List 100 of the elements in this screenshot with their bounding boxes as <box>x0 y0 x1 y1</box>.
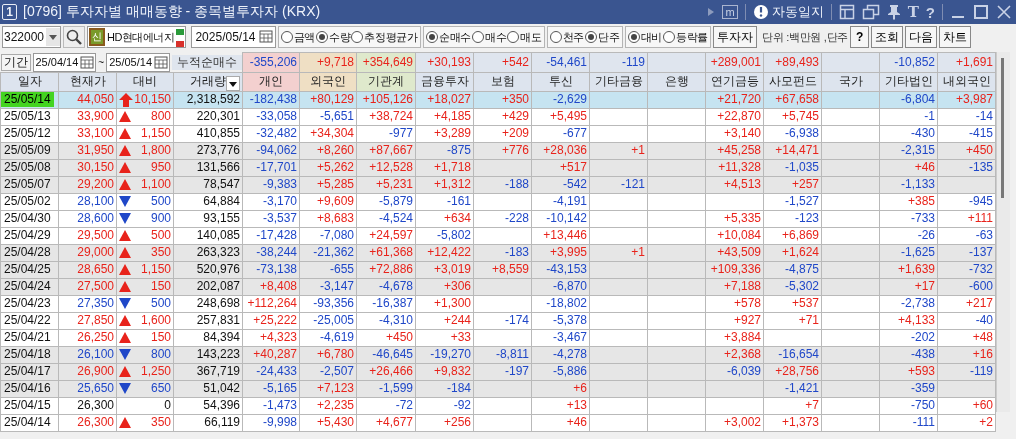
table-row[interactable]: 25/05/09 31,950 1,800 273,776 -94,062 +8,260 +87,667 -875 +776 +28,036 +1 +45,258 +14,471 -2,315 +450 <box>0 142 996 159</box>
table-cell-text: 25/04/28 <box>3 245 52 260</box>
table-row[interactable]: 25/04/29 29,500 500 140,085 -17,428 -7,080 +24,597 -5,802 +13,446 +10,084 +6,869 -26 -63 <box>0 227 996 244</box>
toolbar-button[interactable]: 다음 <box>905 26 938 48</box>
radio-option[interactable]: 추정평균가 <box>351 29 418 45</box>
radio-option[interactable]: 등락률 <box>662 29 709 45</box>
radio-option[interactable]: 매수 <box>471 29 507 45</box>
table-cell: 500 <box>150 296 171 311</box>
table-row[interactable]: 25/05/08 30,150 950 131,566 -17,701 +5,262 +12,528 +1,718 +517 +11,328 -1,035 +46 -135 <box>0 159 996 176</box>
table-cell: 800 <box>150 109 171 124</box>
column-header[interactable]: 대비 <box>116 72 174 91</box>
table-row[interactable]: 25/04/30 28,600 900 93,155 -3,537 +8,683 -4,524 +634 -228 -10,142 +5,335 -123 -733 +111 <box>0 210 996 227</box>
radio-option[interactable]: 순매수 <box>425 29 471 45</box>
table-cell-text: 25/05/02 <box>3 194 52 209</box>
help-button[interactable]: ? <box>925 3 935 21</box>
radio-option[interactable]: 단주 <box>585 29 620 45</box>
font-button[interactable]: T <box>907 3 919 21</box>
table-cell: 900 <box>150 211 171 226</box>
table-cell-text: 25/04/15 <box>3 398 52 413</box>
table-cell-text: 25/04/17 <box>3 364 52 379</box>
table-cell: 1,250 <box>140 364 171 379</box>
table-cell: 1,150 <box>140 262 171 277</box>
table-cell-text: 25/04/18 <box>3 347 52 362</box>
unit-label: 단위 :백만원 ,단주 <box>762 29 848 45</box>
table-cell: 650 <box>150 381 171 396</box>
table-row[interactable]: 25/04/22 27,850 1,600 257,831 +25,222 -25,005 -4,310 +244 -174 -5,378 +927 +71 +4,133 -40 <box>0 312 996 329</box>
table-cell: 350 <box>150 415 171 430</box>
total-cell: -54,461 <box>531 52 590 72</box>
toolbar-button[interactable]: 조회 <box>871 26 904 48</box>
toolbar-button[interactable]: ? <box>850 26 870 48</box>
table-row[interactable]: 25/05/13 33,900 800 220,301 -33,058 -5,651 +38,724 +4,185 +429 +5,495 +22,870 +5,745 -1 -14 <box>0 108 996 125</box>
total-cell: +542 <box>473 52 532 72</box>
radio-option[interactable]: 대비 <box>627 29 662 45</box>
table-row[interactable]: 25/04/18 26,100 800 143,223 +40,287 +6,780 -46,645 -19,270 -8,811 -4,278 +2,368 -16,654 -438 +16 <box>0 346 996 363</box>
radio-option[interactable]: 금액 <box>280 29 315 45</box>
total-cell: +30,193 <box>415 52 474 72</box>
table-row[interactable]: 25/04/17 26,900 1,250 367,719 -24,433 -2,507 +26,466 +9,832 -197 -5,886 -6,039 +28,756 +593 -119 <box>0 363 996 380</box>
table-cell: 500 <box>150 228 171 243</box>
table-cell-text: 25/05/12 <box>3 126 52 141</box>
total-cell: -10,852 <box>879 52 938 72</box>
total-cell: +9,718 <box>299 52 357 72</box>
table-cell-text: 25/04/23 <box>3 296 52 311</box>
stock-name-field[interactable]: 신 HD현대에너지 <box>87 26 187 48</box>
table-row[interactable]: 25/04/28 29,000 350 263,323 -38,244 -21,362 +61,368 +12,422 -183 +3,995 +1 +43,509 +1,624 -1,625 -137 <box>0 244 996 261</box>
table-cell-text: 25/04/16 <box>3 381 52 396</box>
table-cell-text: 25/05/08 <box>3 160 52 175</box>
table-row[interactable]: 25/04/23 27,350 500 248,698 +112,264 -93,356 -16,387 +1,300 -18,802 +578 +537 -2,738 +217 <box>0 295 996 312</box>
table-cell: 10,150 <box>134 92 171 107</box>
column-header[interactable]: 일자 <box>0 72 59 91</box>
toolbar-button[interactable]: 차트 <box>939 26 972 48</box>
table-row[interactable]: 25/04/24 27,500 150 202,087 +8,408 -3,147 -4,678 +306 -6,870 +7,188 -5,302 +17 -600 <box>0 278 996 295</box>
table-row[interactable]: 25/05/12 33,100 1,150 410,855 -32,482 +34,304 -977 +3,289 +209 -677 +3,140 -6,938 -430 -415 <box>0 125 996 142</box>
table-cell: 0 <box>164 398 171 413</box>
range-separator: ~ <box>98 55 105 70</box>
m-button[interactable]: m <box>722 5 738 19</box>
auto-log-button[interactable]: 자동일지 <box>752 3 824 21</box>
table-row[interactable]: 25/05/07 29,200 1,100 78,547 -9,383 +5,285 +5,231 +1,312 -188 -542 -121 +4,513 +257 -1,133 <box>0 176 996 193</box>
table-row[interactable]: 25/04/16 25,650 650 51,042 -5,165 +7,123 -1,599 -184 +6 -1,421 -359 <box>0 380 996 397</box>
table-row[interactable]: 25/05/02 28,100 500 64,884 -3,170 +9,609 -5,879 -161 -4,191 -1,527 +385 -945 <box>0 193 996 210</box>
table-row[interactable]: 25/05/14 44,050 10,150 2,318,592 -182,438 +80,129 +105,126 +18,027 +350 -2,629 +21,720 +67,658 -6,804 +3,987 <box>0 91 996 108</box>
window-title: [0796] 투자자별 매매동향 - 종목별투자자 (KRX) <box>23 3 321 21</box>
table-cell-text: 25/04/29 <box>3 228 52 243</box>
code-combo[interactable]: 322000 <box>2 26 62 48</box>
credit-badge: 신 <box>89 28 106 46</box>
table-cell: 500 <box>150 194 171 209</box>
table-cell-text: 25/05/13 <box>3 109 52 124</box>
table-cell: 350 <box>150 245 171 260</box>
table-cell-text: 25/05/07 <box>3 177 52 192</box>
table-cell: 1,800 <box>140 143 171 158</box>
table-cell-text: 25/04/21 <box>3 330 52 345</box>
table-cell: 1,600 <box>140 313 171 328</box>
table-row[interactable]: 25/04/15 26,300 0 54,396 -1,473 +2,235 -72 -92 +13 +7 -750 +60 <box>0 397 996 414</box>
column-header[interactable]: 거래량 <box>173 72 243 91</box>
table-cell-text: 25/04/24 <box>3 279 52 294</box>
table-cell: 25/05/14 <box>1 92 54 107</box>
table-row[interactable]: 25/04/14 26,300 350 66,119 -9,998 +5,430 +4,677 +256 +46 +3,002 +1,373 -111 +2 <box>0 414 996 431</box>
total-cell: +89,493 <box>763 52 822 72</box>
radio-option[interactable]: 천주 <box>549 29 585 45</box>
start-date-field[interactable]: 25/04/14 <box>32 52 97 72</box>
table-cell: 800 <box>150 347 171 362</box>
radio-option[interactable]: 매도 <box>507 29 542 45</box>
table-cell: 1,150 <box>140 126 171 141</box>
total-cell: +289,001 <box>705 52 764 72</box>
table-cell-text: 25/04/30 <box>3 211 52 226</box>
date-field[interactable]: 2025/05/14 <box>191 26 276 48</box>
table-cell: 150 <box>150 279 171 294</box>
table-row[interactable]: 25/04/21 26,250 150 84,394 +4,323 -4,619 +450 +33 -3,467 +3,884 -202 +48 <box>0 329 996 346</box>
column-header[interactable]: 현재가 <box>58 72 117 91</box>
radio-option[interactable]: 수량 <box>315 29 351 45</box>
table-row[interactable]: 25/04/25 28,650 1,150 520,976 -73,138 -655 +72,886 +3,019 +8,559 -43,153 +109,336 -4,875 +1,639 -732 <box>0 261 996 278</box>
end-date-field[interactable]: 25/05/14 <box>106 52 171 72</box>
total-cell: -355,206 <box>242 52 300 72</box>
total-cell: +1,691 <box>937 52 996 72</box>
table-cell-text: 25/04/25 <box>3 262 52 277</box>
table-cell-text: 25/04/22 <box>3 313 52 328</box>
table-cell-text: 25/04/14 <box>3 415 52 430</box>
investor-button[interactable]: 투자자 <box>713 26 758 48</box>
table-cell: 1,100 <box>140 177 171 192</box>
cumulative-label: 누적순매수 <box>172 54 243 70</box>
table-cell-text: 25/05/09 <box>3 143 52 158</box>
